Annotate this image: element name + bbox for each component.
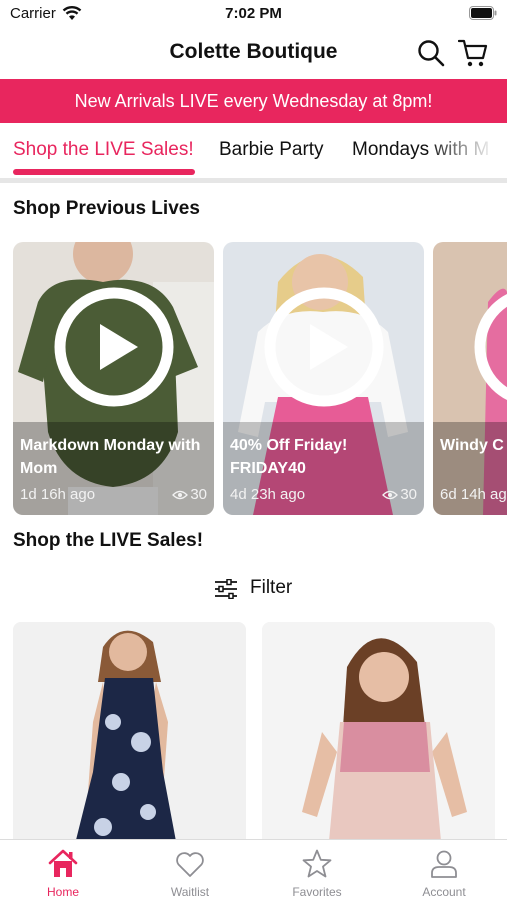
tab-shop-live-sales[interactable]: Shop the LIVE Sales! xyxy=(13,139,194,161)
card-time-ago: 1d 16h ago xyxy=(20,486,96,503)
card-views: 30 xyxy=(172,486,207,503)
star-icon xyxy=(302,849,332,878)
tabs-divider xyxy=(0,178,507,183)
status-bar: Carrier 7:02 PM xyxy=(0,0,507,28)
card-title: Windy C Outfits & xyxy=(440,437,507,454)
cart-icon[interactable] xyxy=(458,38,488,68)
play-icon xyxy=(474,293,507,401)
product-image xyxy=(13,622,246,852)
tab-favorites-label: Favorites xyxy=(292,885,342,899)
card-time-ago: 4d 23h ago xyxy=(230,486,306,503)
card-title: 40% Off Friday! FRIDAY40 xyxy=(230,437,348,477)
live-video-card[interactable]: 40% Off Friday! FRIDAY40 4d 23h ago 30 xyxy=(223,242,424,515)
app-header: Colette Boutique xyxy=(0,28,507,78)
bottom-tab-bar: Home Waitlist Favorites Account xyxy=(0,839,507,900)
tab-account-label: Account xyxy=(422,885,466,899)
card-view-count: 30 xyxy=(190,486,207,503)
active-tab-indicator xyxy=(13,169,195,175)
home-icon xyxy=(48,849,78,877)
previous-lives-title: Shop Previous Lives xyxy=(13,198,200,219)
product-card[interactable] xyxy=(262,622,495,852)
live-video-card[interactable]: Markdown Monday with Mom 1d 16h ago 30 xyxy=(13,242,214,515)
card-views: 30 xyxy=(382,486,417,503)
battery-icon xyxy=(469,6,497,20)
play-icon xyxy=(54,287,174,407)
person-icon xyxy=(431,850,457,878)
status-time: 7:02 PM xyxy=(225,5,282,22)
eye-icon xyxy=(382,490,399,500)
tab-home-label: Home xyxy=(46,885,79,899)
tab-account[interactable]: Account xyxy=(381,840,507,900)
tab-home[interactable]: Home xyxy=(0,840,126,900)
search-icon[interactable] xyxy=(416,38,446,68)
eye-icon xyxy=(172,490,189,500)
tab-favorites[interactable]: Favorites xyxy=(254,840,380,900)
play-icon xyxy=(264,287,384,407)
announcement-banner[interactable]: New Arrivals LIVE every Wednesday at 8pm… xyxy=(0,79,507,123)
tabs-fade-overlay xyxy=(427,123,507,179)
product-image xyxy=(262,622,495,852)
tab-barbie-party[interactable]: Barbie Party xyxy=(219,139,324,161)
product-card[interactable] xyxy=(13,622,246,852)
live-video-card[interactable]: Windy C Outfits & 6d 14h ag xyxy=(433,242,507,515)
tab-waitlist-label: Waitlist xyxy=(170,885,210,899)
card-view-count: 30 xyxy=(400,486,417,503)
tab-waitlist[interactable]: Waitlist xyxy=(127,840,253,900)
category-tabs: Shop the LIVE Sales! Barbie Party Monday… xyxy=(0,123,507,179)
filter-icon xyxy=(215,579,237,599)
live-sales-title: Shop the LIVE Sales! xyxy=(13,530,204,551)
heart-icon xyxy=(176,852,204,877)
card-title: Markdown Monday with Mom xyxy=(20,437,201,477)
card-time-ago: 6d 14h ag xyxy=(440,486,507,503)
filter-label: Filter xyxy=(250,577,293,598)
